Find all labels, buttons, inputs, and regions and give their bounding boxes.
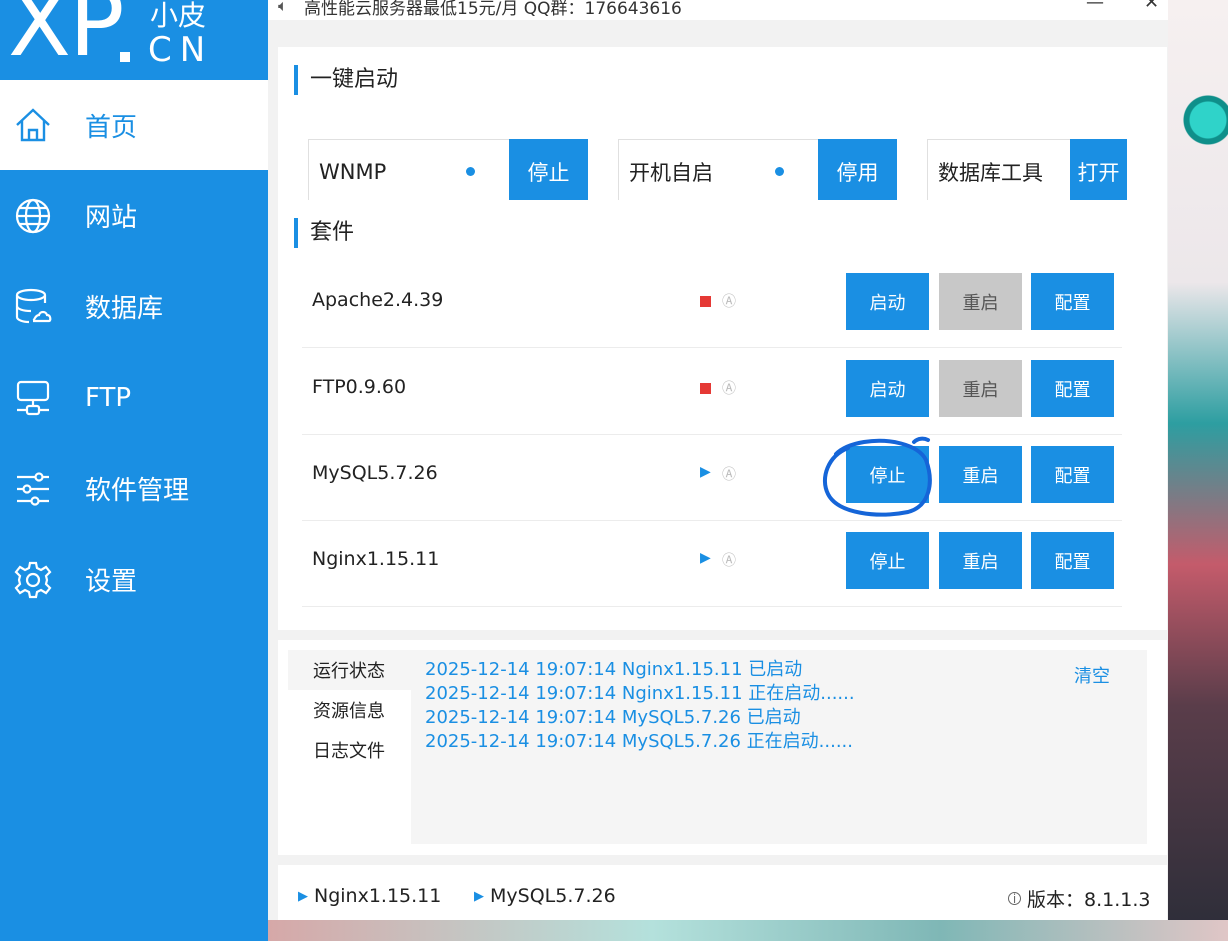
sidebar-item-label: 设置 bbox=[85, 567, 138, 597]
table-row: FTP0.9.60 Ⓐ 启动 重启 配置 bbox=[302, 348, 1122, 435]
sidebar-item-settings[interactable]: 设置 bbox=[0, 534, 268, 625]
version-info: i 版本：8.1.1.3 bbox=[1008, 885, 1150, 912]
log-line: 2025-12-14 19:07:14 MySQL5.7.26 正在启动....… bbox=[425, 731, 854, 752]
sidebar-item-label: 网站 bbox=[85, 203, 138, 233]
app-logo: XP 小皮 CN bbox=[0, 0, 268, 80]
quick-item-autostart: 开机自启 停用 bbox=[618, 139, 897, 204]
sidebar-item-websites[interactable]: 网站 bbox=[0, 170, 268, 261]
auto-start-icon[interactable]: Ⓐ bbox=[722, 378, 736, 398]
globe-icon bbox=[13, 196, 53, 236]
log-line: 2025-12-14 19:07:14 Nginx1.15.11 已启动 bbox=[425, 659, 803, 680]
nginx-restart-button[interactable]: 重启 bbox=[939, 532, 1022, 589]
autostart-disable-button[interactable]: 停用 bbox=[818, 139, 897, 204]
auto-start-icon[interactable]: Ⓐ bbox=[722, 464, 736, 484]
minimize-button[interactable]: — bbox=[1086, 0, 1104, 13]
mysql-config-button[interactable]: 配置 bbox=[1031, 446, 1114, 503]
status-dot bbox=[466, 167, 475, 176]
suite-title: 套件 bbox=[294, 218, 354, 248]
apache-config-button[interactable]: 配置 bbox=[1031, 273, 1114, 330]
log-line: 2025-12-14 19:07:14 MySQL5.7.26 已启动 bbox=[425, 707, 801, 728]
tab-resource-info[interactable]: 资源信息 bbox=[288, 690, 411, 730]
table-row: MySQL5.7.26 ▶ Ⓐ 停止 重启 配置 bbox=[302, 434, 1122, 521]
tab-run-status[interactable]: 运行状态 bbox=[288, 650, 411, 690]
log-line: 2025-12-14 19:07:14 Nginx1.15.11 正在启动...… bbox=[425, 683, 855, 704]
logo-top-text: 小皮 bbox=[150, 0, 207, 32]
nginx-config-button[interactable]: 配置 bbox=[1031, 532, 1114, 589]
ad-notice[interactable]: 高性能云服务器最低15元/月 QQ群：176643616 bbox=[304, 0, 682, 19]
quick-item-wnmp: WNMP 停止 bbox=[308, 139, 588, 204]
desktop-wallpaper-bottom bbox=[268, 920, 1228, 941]
status-service-label: Nginx1.15.11 bbox=[314, 885, 442, 907]
tab-log-files[interactable]: 日志文件 bbox=[288, 730, 411, 770]
table-row: Apache2.4.39 Ⓐ 启动 重启 配置 bbox=[302, 261, 1122, 348]
ftp-start-button[interactable]: 启动 bbox=[846, 360, 929, 417]
logo-sub-text: CN bbox=[148, 30, 214, 70]
sliders-icon bbox=[13, 469, 53, 509]
sidebar-item-software[interactable]: 软件管理 bbox=[0, 443, 268, 534]
sidebar-item-database[interactable]: 数据库 bbox=[0, 261, 268, 352]
log-card: 运行状态 资源信息 日志文件 2025-12-14 19:07:14 Nginx… bbox=[278, 640, 1167, 855]
ftp-restart-button[interactable]: 重启 bbox=[939, 360, 1022, 417]
clear-log-button[interactable]: 清空 bbox=[1074, 662, 1110, 688]
sidebar-item-ftp[interactable]: FTP bbox=[0, 352, 268, 443]
service-name: Apache2.4.39 bbox=[312, 289, 444, 311]
desktop-wallpaper bbox=[1168, 0, 1228, 941]
auto-start-icon[interactable]: Ⓐ bbox=[722, 291, 736, 311]
running-triangle-icon: ▶ bbox=[474, 888, 484, 904]
status-dot bbox=[775, 167, 784, 176]
server-icon bbox=[13, 378, 53, 418]
quick-start-card: 一键启动 WNMP 停止 开机自启 停用 数据库工具 打开 bbox=[278, 47, 1167, 210]
status-service-mysql: ▶ MySQL5.7.26 bbox=[474, 885, 616, 907]
quick-item-label: WNMP bbox=[319, 159, 387, 184]
speaker-icon: 🔈︎ bbox=[278, 0, 288, 15]
sidebar-item-label: 首页 bbox=[85, 112, 138, 143]
ftp-config-button[interactable]: 配置 bbox=[1031, 360, 1114, 417]
running-triangle-icon: ▶ bbox=[298, 888, 308, 904]
service-name: MySQL5.7.26 bbox=[312, 462, 438, 484]
mysql-stop-button[interactable]: 停止 bbox=[846, 446, 929, 503]
running-triangle-icon: ▶ bbox=[700, 464, 711, 480]
suite-card: 套件 Apache2.4.39 Ⓐ 启动 重启 配置 FTP0.9.60 Ⓐ 启… bbox=[278, 200, 1167, 630]
gear-icon bbox=[13, 560, 53, 600]
quick-start-title: 一键启动 bbox=[294, 65, 398, 95]
nginx-stop-button[interactable]: 停止 bbox=[846, 532, 929, 589]
sidebar-item-label: 数据库 bbox=[85, 294, 164, 324]
status-service-nginx: ▶ Nginx1.15.11 bbox=[298, 885, 441, 907]
main-content: 一键启动 WNMP 停止 开机自启 停用 数据库工具 打开 套件 Apache2… bbox=[268, 20, 1168, 920]
sidebar-item-home[interactable]: 首页 bbox=[0, 80, 268, 170]
sidebar: XP 小皮 CN 首页 网站 数据库 FTP 软件管理 设置 bbox=[0, 0, 268, 941]
wnmp-stop-button[interactable]: 停止 bbox=[509, 139, 588, 204]
stopped-square-icon bbox=[700, 296, 711, 307]
sidebar-item-label: 软件管理 bbox=[85, 476, 190, 506]
mysql-restart-button[interactable]: 重启 bbox=[939, 446, 1022, 503]
close-button[interactable]: ✕ bbox=[1144, 0, 1159, 13]
database-icon bbox=[13, 287, 53, 327]
service-name: Nginx1.15.11 bbox=[312, 548, 440, 570]
sidebar-nav: 首页 网站 数据库 FTP 软件管理 设置 bbox=[0, 80, 268, 625]
running-triangle-icon: ▶ bbox=[700, 550, 711, 566]
info-icon: i bbox=[1008, 892, 1021, 906]
home-icon bbox=[13, 105, 53, 145]
service-name: FTP0.9.60 bbox=[312, 376, 407, 398]
db-tool-open-button[interactable]: 打开 bbox=[1070, 139, 1127, 204]
title-bar: 🔈︎ 高性能云服务器最低15元/月 QQ群：176643616 — ✕ bbox=[268, 0, 1168, 20]
log-tabs: 运行状态 资源信息 日志文件 bbox=[288, 650, 411, 770]
status-bar: ▶ Nginx1.15.11 ▶ MySQL5.7.26 i 版本：8.1.1.… bbox=[278, 865, 1167, 920]
apache-restart-button[interactable]: 重启 bbox=[939, 273, 1022, 330]
table-row: Nginx1.15.11 ▶ Ⓐ 停止 重启 配置 bbox=[302, 520, 1122, 607]
quick-item-label: 开机自启 bbox=[629, 160, 713, 185]
stopped-square-icon bbox=[700, 383, 711, 394]
auto-start-icon[interactable]: Ⓐ bbox=[722, 550, 736, 570]
logo-brand: XP bbox=[8, 0, 125, 77]
sidebar-item-label: FTP bbox=[85, 382, 132, 413]
quick-item-db-tool: 数据库工具 打开 bbox=[927, 139, 1127, 204]
status-service-label: MySQL5.7.26 bbox=[490, 885, 616, 907]
quick-item-label: 数据库工具 bbox=[938, 160, 1043, 185]
apache-start-button[interactable]: 启动 bbox=[846, 273, 929, 330]
version-label: 版本：8.1.1.3 bbox=[1027, 889, 1151, 911]
logo-dot bbox=[120, 52, 130, 62]
log-output: 2025-12-14 19:07:14 Nginx1.15.11 已启动 202… bbox=[411, 650, 1147, 844]
